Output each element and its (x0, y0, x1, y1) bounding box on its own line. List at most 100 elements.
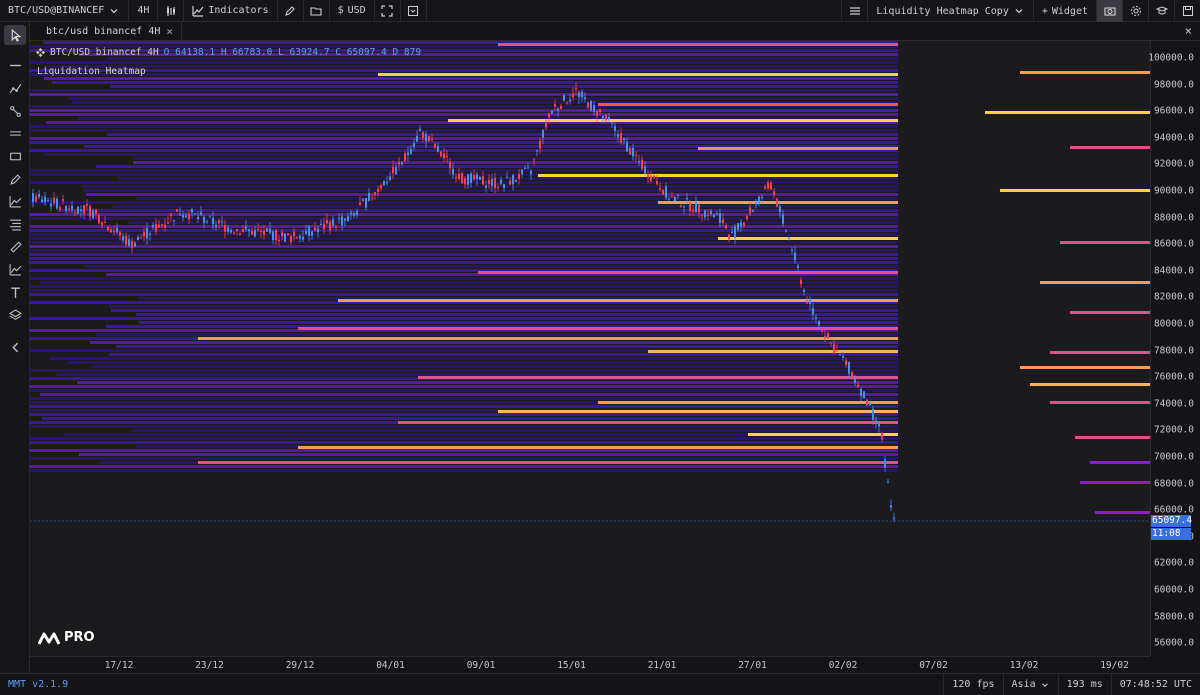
fullscreen-button[interactable] (375, 0, 401, 22)
candle-body (587, 102, 589, 108)
profile-bar (1020, 71, 1150, 74)
heat-band (91, 365, 898, 368)
candle-body (35, 196, 37, 202)
candle-body (695, 202, 697, 213)
candle-body (317, 228, 319, 233)
list-button[interactable] (841, 0, 867, 22)
price-tick: 80000.0 (1153, 318, 1194, 330)
chart-type-button[interactable] (158, 0, 185, 22)
heat-level (718, 237, 898, 240)
candle-body (623, 138, 625, 141)
fps-indicator: 120 fps (943, 674, 1002, 695)
layout-selector[interactable]: Liquidity Heatmap Copy (867, 0, 1032, 22)
candle-body (89, 205, 91, 217)
time-tick: 13/02 (1009, 660, 1039, 671)
symbol-selector[interactable]: BTC/USD@BINANCEF (0, 0, 130, 22)
candle-body (824, 336, 826, 338)
draw-button[interactable] (278, 0, 304, 22)
candle-body (128, 239, 130, 246)
price-axis[interactable]: 100000.0 98000.0 96000.0 94000.0 92000.0 9000… (1148, 41, 1200, 656)
rect-tool[interactable] (4, 146, 26, 166)
candle-body (809, 299, 811, 304)
line-tool[interactable] (4, 55, 26, 75)
candle-body (443, 153, 445, 159)
candle-body (581, 91, 583, 98)
candle-body (680, 205, 682, 207)
fib-tool[interactable] (4, 214, 26, 234)
time-tick: 17/12 (104, 660, 134, 671)
learn-button[interactable] (1148, 0, 1174, 22)
candle-body (482, 176, 484, 185)
path-tool[interactable] (4, 101, 26, 121)
heat-band (30, 93, 898, 96)
tab-chart[interactable]: btc/usd binancef 4H × (38, 22, 183, 41)
candle-body (113, 231, 115, 233)
candle-body (125, 235, 127, 245)
hline-tool[interactable] (4, 123, 26, 143)
heat-band (30, 233, 898, 236)
currency-button[interactable]: $ USD (330, 0, 375, 22)
time-tick: 21/01 (647, 660, 677, 671)
candle-body (860, 388, 862, 397)
brush-tool[interactable] (4, 169, 26, 189)
heat-band (30, 169, 898, 172)
indicators-button[interactable]: Indicators (184, 0, 278, 22)
profile-bar (1050, 401, 1150, 404)
cursor-tool[interactable] (4, 25, 26, 45)
time-axis[interactable]: 17/12 23/12 29/12 04/01 09/01 15/01 21/01 27/01… (30, 656, 1150, 673)
trend-tool[interactable] (4, 78, 26, 98)
candle-body (245, 226, 247, 230)
heat-band (110, 85, 898, 88)
add-widget-button[interactable]: + Widget (1032, 0, 1096, 22)
candle-body (356, 211, 358, 216)
price-tick: 86000.0 (1153, 238, 1194, 250)
heat-level (598, 401, 898, 404)
interval-label: 4H (137, 5, 150, 16)
heat-band (30, 369, 898, 372)
close-panel-icon[interactable]: × (1185, 24, 1192, 38)
heatmap-chart[interactable] (30, 41, 1150, 656)
folder-button[interactable] (304, 0, 330, 22)
candle-body (710, 210, 712, 215)
price-tick: 72000.0 (1153, 424, 1194, 436)
collapse-toolbar-button[interactable] (4, 337, 26, 357)
dropdown-button[interactable] (401, 0, 427, 22)
time-tick: 04/01 (376, 660, 405, 671)
ruler-tool[interactable] (4, 236, 26, 256)
heat-band (30, 249, 898, 252)
layers-tool[interactable] (4, 305, 26, 325)
screenshot-button[interactable] (1096, 0, 1122, 22)
candle-body (527, 167, 529, 169)
candle-body (584, 97, 586, 100)
settings-button[interactable] (1122, 0, 1148, 22)
candle-body (362, 199, 364, 201)
candle-body (878, 422, 880, 427)
candle-body (635, 154, 637, 156)
clock-label: 07:48:52 UTC (1119, 679, 1192, 690)
close-icon[interactable]: × (166, 25, 173, 38)
text-tool[interactable] (4, 282, 26, 302)
candle-body (686, 198, 688, 200)
chart-line-tool[interactable] (4, 191, 26, 211)
save-button[interactable] (1174, 0, 1200, 22)
candle-body (533, 159, 535, 161)
tab-label: btc/usd binancef 4H (46, 26, 161, 37)
region-selector[interactable]: Asia (1002, 674, 1058, 695)
time-tick: 27/01 (738, 660, 767, 671)
heat-level (748, 433, 898, 436)
area-tool[interactable] (4, 259, 26, 279)
candle-body (893, 517, 895, 519)
candle-body (542, 130, 544, 138)
candle-body (248, 229, 250, 232)
candle-body (287, 233, 289, 236)
time-tick: 09/01 (466, 660, 496, 671)
price-tick: 70000.0 (1153, 451, 1194, 463)
heat-band (30, 397, 898, 400)
candle-body (500, 179, 502, 184)
interval-selector[interactable]: 4H (129, 0, 159, 22)
candle-body (560, 105, 562, 109)
candle-body (839, 354, 841, 356)
clock: 07:48:52 UTC (1110, 674, 1200, 695)
candle-body (311, 231, 313, 236)
indicator-label[interactable]: Liquidation Heatmap (37, 66, 146, 77)
